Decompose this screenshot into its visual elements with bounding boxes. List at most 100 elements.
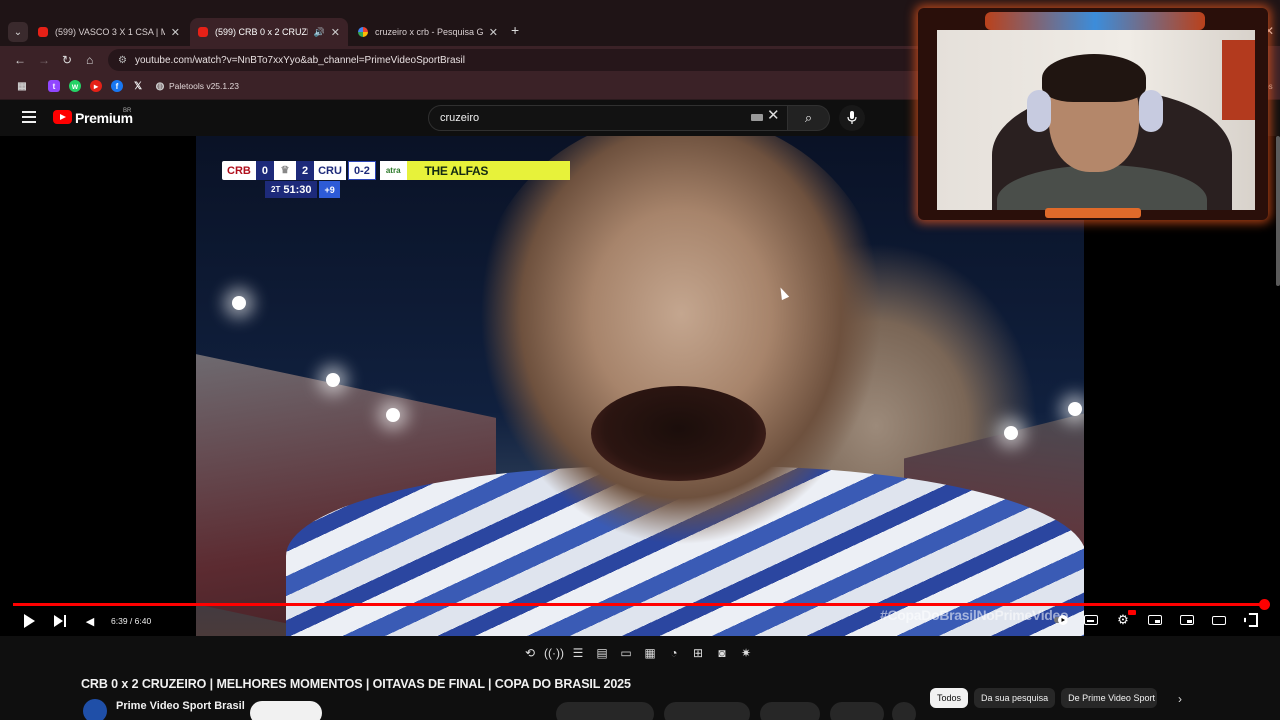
like-dislike-button[interactable] — [556, 702, 654, 720]
filmstrip-icon[interactable]: ▦ — [640, 643, 660, 663]
away-score: 2 — [295, 161, 315, 180]
webcam-feed — [937, 30, 1255, 210]
autoplay-toggle-icon[interactable] — [1054, 612, 1072, 628]
home-team: CRB — [222, 161, 256, 180]
globe-icon: ◍ — [155, 80, 165, 92]
progress-bar[interactable] — [13, 599, 1270, 610]
add-icon[interactable]: ⊞ — [688, 643, 708, 663]
close-icon[interactable]: ✕ — [331, 26, 340, 39]
youtube-logo-icon[interactable] — [53, 110, 72, 124]
sponsor-text: THE ALFAS — [424, 163, 489, 178]
aggregate-score: 0-2 — [347, 161, 376, 180]
extension-toolbar: ⟲ ((·)) ☰ ▤ ▭ ▦ ◔ ⊞ ◙ ✷ — [520, 643, 756, 665]
fullscreen-icon[interactable] — [1242, 612, 1260, 628]
home-icon[interactable]: ⌂ — [86, 53, 93, 67]
scrubber-handle[interactable] — [1258, 599, 1270, 610]
streamer-hair — [1042, 54, 1146, 102]
tab-vasco[interactable]: (599) VASCO 3 X 1 CSA | MELHORES ✕ — [30, 18, 188, 46]
tab-title: cruzeiro x crb - Pesquisa Google — [375, 27, 483, 37]
playlist-icon[interactable]: ☰ — [568, 643, 588, 663]
page-scrollbar[interactable] — [1276, 136, 1280, 286]
progress-fill — [13, 603, 1264, 606]
audio-mode-icon[interactable]: ((·)) — [544, 643, 564, 663]
tab-title: (599) VASCO 3 X 1 CSA | MELHORES — [55, 27, 165, 37]
forward-arrow-icon[interactable]: → — [38, 53, 50, 67]
floodlight — [1068, 402, 1082, 416]
facebook-icon[interactable]: f — [111, 80, 123, 92]
picture-in-picture-icon[interactable] — [1178, 612, 1196, 628]
headphones — [1027, 90, 1051, 132]
channel-avatar[interactable] — [83, 699, 107, 720]
webcam-ornament — [1045, 208, 1141, 218]
tab-google-search[interactable]: cruzeiro x crb - Pesquisa Google ✕ — [350, 18, 506, 46]
added-time: +9 — [319, 181, 340, 198]
aspect-ratio-icon[interactable]: ▭ — [616, 643, 636, 663]
tab-title: (599) CRB 0 x 2 CRUZEIRO — [215, 27, 308, 37]
tab-search-button[interactable]: ⌄ — [8, 22, 28, 42]
google-icon — [358, 27, 368, 37]
time-display: 6:39 / 6:40 — [111, 616, 152, 626]
url-text: youtube.com/watch?v=NnBTo7xxYyo&ab_chann… — [134, 54, 465, 66]
more-actions-button[interactable] — [892, 702, 916, 720]
save-button[interactable] — [760, 702, 820, 720]
play-icon[interactable] — [22, 612, 36, 630]
next-icon[interactable] — [53, 612, 67, 630]
chip-from-search[interactable]: Da sua pesquisa — [974, 688, 1056, 708]
cinema-icon[interactable]: ▤ — [592, 643, 612, 663]
screen: ⌄ (599) VASCO 3 X 1 CSA | MELHORES ✕ (59… — [0, 0, 1280, 720]
broadcast-hashtag: #CopaDoBrasilNoPrimeVideo — [880, 607, 1069, 623]
webcam-ornament — [985, 12, 1205, 30]
new-tab-button[interactable]: + — [511, 22, 519, 38]
chip-from-channel[interactable]: De Prime Video Sport — [1061, 688, 1158, 708]
search-button[interactable]: ⌕ — [788, 105, 830, 131]
extension-settings-icon[interactable]: ✷ — [736, 643, 756, 663]
search-input[interactable]: cruzeiro — [428, 105, 788, 131]
subtitles-icon[interactable] — [1082, 612, 1100, 628]
voice-search-button[interactable] — [839, 105, 865, 131]
keyboard-icon[interactable] — [751, 114, 763, 121]
away-team: CRU — [314, 161, 346, 180]
share-button[interactable] — [664, 702, 750, 720]
recommendation-chips: Todos Da sua pesquisa De Prime Video Spo… — [930, 688, 1158, 708]
channel-name[interactable]: Prime Video Sport Brasil — [116, 700, 245, 712]
address-bar[interactable]: ⚙ youtube.com/watch?v=NnBTo7xxYyo&ab_cha… — [108, 49, 928, 71]
youtube-icon — [38, 27, 48, 37]
menu-icon[interactable] — [22, 111, 36, 123]
close-icon[interactable]: ✕ — [489, 26, 498, 39]
youtube-icon — [198, 27, 208, 37]
clip-button[interactable] — [830, 702, 884, 720]
region-label: BR — [123, 108, 132, 114]
reload-icon[interactable]: ↻ — [62, 53, 72, 67]
close-icon[interactable]: ✕ — [171, 26, 180, 39]
miniplayer-icon[interactable] — [1146, 612, 1164, 628]
back-arrow-icon[interactable]: ← — [14, 53, 26, 67]
subscribe-button[interactable] — [250, 701, 322, 720]
floodlight — [1004, 426, 1018, 440]
chip-all[interactable]: Todos — [930, 688, 969, 708]
volume-icon[interactable]: ◀ — [84, 612, 96, 630]
chevron-right-icon[interactable]: › — [1178, 692, 1182, 706]
tab-crb-cruzeiro[interactable]: (599) CRB 0 x 2 CRUZEIRO 🔊 ✕ — [190, 18, 348, 46]
speed-icon[interactable]: ◔ — [664, 643, 684, 663]
cup-icon: ♛ — [273, 161, 296, 180]
x-twitter-icon[interactable]: 𝕏 — [132, 80, 144, 92]
speaker-icon[interactable]: 🔊 — [314, 27, 325, 38]
twitch-icon[interactable]: t — [48, 80, 60, 92]
video-title: CRB 0 x 2 CRUZEIRO | MELHORES MOMENTOS |… — [81, 677, 631, 691]
loop-icon[interactable]: ⟲ — [520, 643, 540, 663]
clear-search-icon[interactable]: ✕ — [767, 106, 780, 124]
apps-grid-icon[interactable]: ▦ — [16, 80, 28, 92]
screenshot-icon[interactable]: ◙ — [712, 643, 732, 663]
wall-poster — [1222, 40, 1255, 120]
home-score: 0 — [255, 161, 274, 180]
sponsor-banner: atra THE ALFAS — [379, 161, 570, 180]
player-mouth — [591, 386, 766, 481]
bookmark-paletools[interactable]: Paletools v25.1.23 — [169, 81, 239, 91]
whatsapp-icon[interactable]: w — [69, 80, 81, 92]
youtube-bookmark-icon[interactable]: ▸ — [90, 80, 102, 92]
player-face — [471, 136, 891, 556]
microphone-icon — [847, 111, 857, 124]
clock: 51:30 — [283, 183, 312, 196]
site-settings-icon[interactable]: ⚙ — [118, 55, 127, 66]
theater-mode-icon[interactable] — [1210, 612, 1228, 628]
